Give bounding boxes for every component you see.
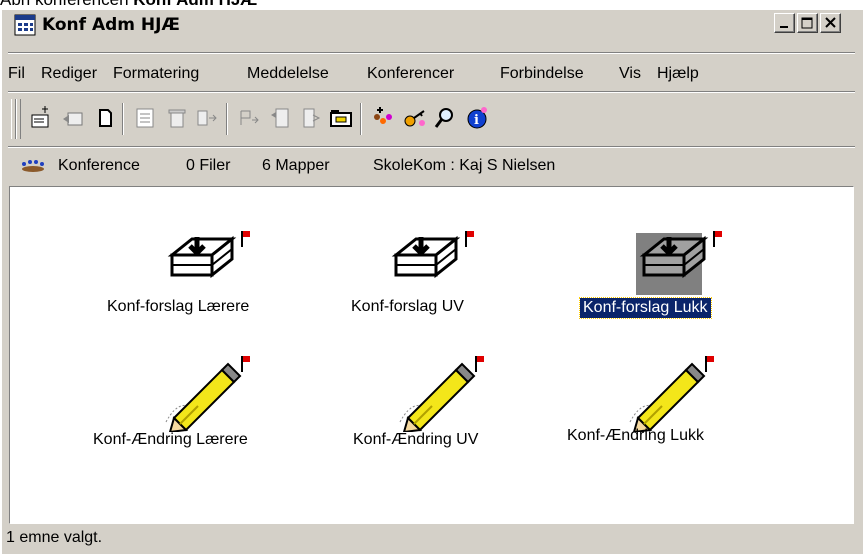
menu-fil[interactable]: Fil (8, 65, 25, 83)
folder-count: 6 Mapper (262, 157, 330, 174)
status-bar: 1 emne valgt. (0, 524, 863, 554)
folder-item[interactable]: Konf-Ændring UV (350, 352, 530, 452)
location-bar: Konference 0 Filer 6 Mapper SkoleKom : K… (8, 152, 855, 180)
close-icon (825, 17, 836, 28)
reply-icon[interactable] (60, 105, 86, 131)
title-bar[interactable]: Konf Adm HJÆ (8, 10, 855, 40)
inbox-tray-icon (167, 231, 250, 279)
folder-item[interactable]: Konf-Ændring Lukk (564, 352, 764, 452)
menu-bar: Fil Rediger Formatering Meddelelse Konfe… (8, 58, 855, 90)
folder-label: Konf-forslag Lærere (107, 298, 250, 315)
window-title: Konf Adm HJÆ (42, 15, 180, 35)
new-document-icon[interactable] (92, 105, 118, 131)
svg-text:i: i (474, 113, 479, 128)
page-caption: Åbn konferencen Konf Adm HJÆ (0, 0, 257, 9)
menu-formatering[interactable]: Formatering (113, 65, 199, 83)
folder-label: Konf-Ændring Lærere (93, 431, 248, 448)
new-message-icon[interactable] (28, 105, 54, 131)
toolbar-grip[interactable] (16, 99, 21, 139)
folder-item[interactable]: Konf-forslag Lærere (104, 225, 314, 325)
folder-view: Konf-forslag Lærere Konf-forslag UV Konf… (9, 186, 854, 524)
toolbar-separator (360, 103, 362, 135)
info-icon[interactable]: i (464, 105, 490, 131)
divider (8, 146, 855, 148)
toolbar: i (8, 93, 855, 143)
folder-item[interactable]: Konf-Ændring Lærere (90, 352, 320, 452)
divider (8, 52, 855, 54)
menu-vis[interactable]: Vis (619, 65, 641, 83)
menu-meddelelse[interactable]: Meddelelse (247, 65, 329, 83)
folder-label: Konf-Ændring Lukk (567, 427, 704, 444)
folder-item[interactable]: Konf-forslag UV (348, 225, 528, 325)
forward-icon[interactable] (194, 105, 220, 131)
status-text: 1 emne valgt. (6, 529, 103, 546)
minimize-button[interactable] (774, 13, 795, 33)
delete-icon[interactable] (164, 105, 190, 131)
maximize-icon (801, 17, 813, 29)
close-button[interactable] (820, 13, 841, 33)
open-folder-icon[interactable] (328, 105, 354, 131)
inbox-tray-icon (639, 231, 722, 279)
key-icon[interactable] (402, 105, 428, 131)
location-path: SkoleKom : Kaj S Nielsen (373, 157, 556, 174)
folder-label-selected: Konf-forslag Lukk (579, 297, 712, 319)
folder-item-selected[interactable]: Konf-forslag Lukk (579, 225, 770, 325)
maximize-button[interactable] (797, 13, 818, 33)
menu-rediger[interactable]: Rediger (41, 65, 97, 83)
toolbar-separator (226, 103, 228, 135)
print-icon[interactable] (132, 105, 158, 131)
move-icon[interactable] (298, 105, 324, 131)
pencil-icon (165, 356, 250, 432)
inbox-tray-icon (391, 231, 474, 279)
location-type: Konference (58, 157, 140, 174)
menu-forbindelse[interactable]: Forbindelse (500, 65, 584, 83)
folder-label: Konf-Ændring UV (353, 431, 479, 448)
menu-konferencer[interactable]: Konferencer (367, 65, 454, 83)
file-count: 0 Filer (186, 157, 231, 174)
next-unread-icon[interactable] (236, 105, 262, 131)
conference-icon (22, 160, 44, 172)
pencil-icon (399, 356, 484, 432)
minimize-icon (780, 26, 788, 28)
thread-icon[interactable] (268, 105, 294, 131)
app-icon (14, 14, 36, 36)
menu-hjaelp[interactable]: Hjælp (657, 65, 699, 83)
members-icon[interactable] (370, 105, 396, 131)
search-icon[interactable] (432, 105, 458, 131)
folder-label: Konf-forslag UV (351, 298, 464, 315)
toolbar-separator (122, 103, 124, 135)
pencil-icon (629, 356, 714, 432)
